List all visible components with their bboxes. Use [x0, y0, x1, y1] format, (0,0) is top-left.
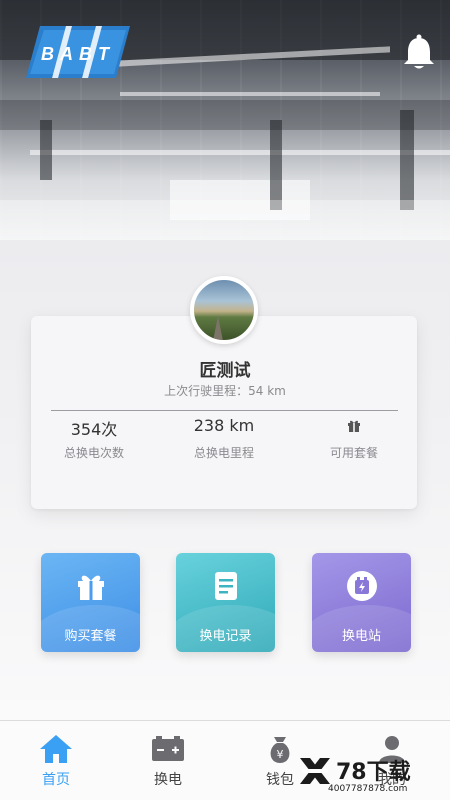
document-icon: [215, 572, 237, 600]
home-icon: [40, 735, 72, 763]
avatar[interactable]: [190, 276, 258, 344]
card-divider: [51, 410, 398, 411]
swap-station-label: 换电站: [341, 629, 381, 644]
battery-icon: [152, 736, 184, 761]
gift-icon: [78, 575, 104, 600]
wallet-icon: ¥: [270, 737, 290, 763]
watermark-url: 4007787878.com: [328, 784, 408, 794]
watermark-title: 78下载: [336, 760, 411, 785]
tab-swap[interactable]: 换电: [112, 721, 224, 800]
last-trip-mileage: 上次行驶里程：54 km: [164, 384, 286, 398]
available-packages-label[interactable]: 可用套餐: [304, 444, 404, 461]
babt-logo: BABT: [26, 26, 130, 78]
watermark-logo-icon: [300, 758, 330, 784]
logo-text: BABT: [41, 44, 115, 64]
total-swap-count-label: 总换电次数: [63, 446, 124, 460]
swap-record-button[interactable]: 换电记录: [176, 553, 275, 652]
total-swap-mileage-label: 总换电里程: [193, 446, 254, 460]
bell-icon[interactable]: [402, 34, 436, 70]
gift-icon[interactable]: [347, 418, 361, 432]
battery-station-icon: [347, 571, 377, 601]
tab-home-label: 首页: [42, 772, 70, 788]
user-name: 匠测试: [199, 361, 251, 381]
total-swap-count: 354次: [70, 420, 118, 439]
swap-station-button[interactable]: 换电站: [312, 553, 411, 652]
total-swap-mileage: 238 km: [193, 416, 255, 435]
buy-package-label: 购买套餐: [64, 629, 117, 644]
buy-package-button[interactable]: 购买套餐: [41, 553, 140, 652]
tab-home[interactable]: 首页: [0, 721, 112, 800]
profile-card: [31, 316, 417, 509]
tab-swap-label: 换电: [154, 772, 182, 788]
watermark: 78下载 4007787878.com: [296, 752, 448, 798]
hero-banner: BABT: [0, 0, 450, 240]
svg-text:¥: ¥: [277, 748, 284, 761]
swap-record-label: 换电记录: [199, 629, 252, 644]
